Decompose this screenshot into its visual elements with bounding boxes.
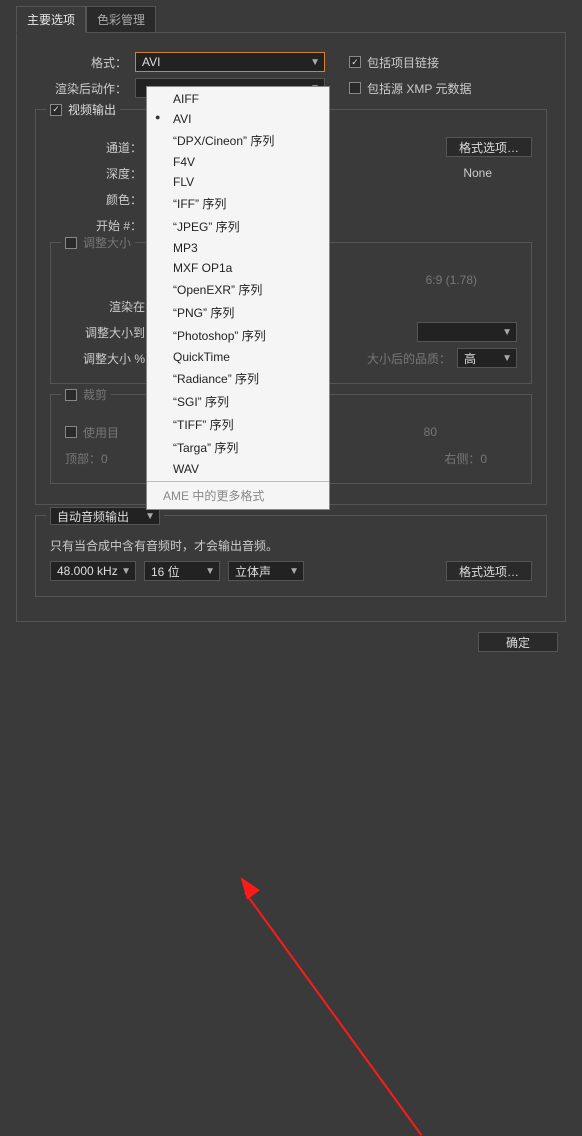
format-option[interactable]: AIFF [147, 89, 329, 109]
codec-none: None [463, 166, 492, 180]
format-option[interactable]: QuickTime [147, 347, 329, 367]
resize-title: 调整大小 [83, 234, 131, 251]
video-output-checkbox[interactable]: ✓ [50, 104, 62, 116]
format-option[interactable]: “SGI” 序列 [147, 390, 329, 413]
audio-channels-value: 立体声 [235, 563, 271, 580]
include-xmp-checkbox[interactable] [349, 82, 361, 94]
channel-label: 通道： [50, 139, 142, 156]
resize-quality-select[interactable]: 高 ▼ [457, 348, 517, 368]
ok-button[interactable]: 确定 [478, 632, 558, 652]
tab-main[interactable]: 主要选项 [16, 6, 86, 33]
crop-checkbox[interactable] [65, 389, 77, 401]
crop-top-label: 顶部：0 [65, 450, 108, 467]
audio-bits-value: 16 位 [151, 563, 180, 580]
use-target-label: 使用目 [83, 424, 119, 441]
format-option[interactable]: MXF OP1a [147, 258, 329, 278]
chevron-down-icon: ▼ [502, 327, 512, 338]
format-option[interactable]: “Targa” 序列 [147, 436, 329, 459]
format-option[interactable]: “DPX/Cineon” 序列 [147, 129, 329, 152]
audio-bits-select[interactable]: 16 位 ▼ [144, 561, 220, 581]
crop-right-label: 右侧：0 [444, 450, 487, 467]
audio-channels-select[interactable]: 立体声 ▼ [228, 561, 304, 581]
audio-rate-value: 48.000 kHz [57, 564, 118, 578]
audio-output-group: 自动音频输出 ▼ 只有当合成中含有音频时，才会输出音频。 48.000 kHz … [35, 515, 547, 597]
aspect-ratio: 6:9 (1.78) [426, 273, 477, 287]
chevron-down-icon: ▼ [502, 353, 512, 364]
include-link-label: 包括项目链接 [367, 54, 439, 71]
format-label: 格式： [35, 54, 127, 71]
depth-label: 深度： [50, 165, 142, 182]
crop-value: 80 [424, 425, 437, 439]
format-option[interactable]: “OpenEXR” 序列 [147, 278, 329, 301]
resize-pct-label: 调整大小 %： [65, 350, 157, 367]
include-link-checkbox[interactable]: ✓ [349, 56, 361, 68]
resize-to-label: 调整大小到： [65, 324, 157, 341]
format-dropdown-footer: AME 中的更多格式 [147, 481, 329, 507]
format-option[interactable]: AVI [147, 109, 329, 129]
include-xmp-label: 包括源 XMP 元数据 [367, 80, 471, 97]
format-option[interactable]: “Photoshop” 序列 [147, 324, 329, 347]
audio-rate-select[interactable]: 48.000 kHz ▼ [50, 561, 136, 581]
use-target-checkbox[interactable] [65, 426, 77, 438]
video-output-title: 视频输出 [68, 101, 116, 118]
resize-to-select[interactable]: ▼ [417, 322, 517, 342]
tab-color[interactable]: 色彩管理 [86, 6, 156, 33]
format-option[interactable]: “PNG” 序列 [147, 301, 329, 324]
chevron-down-icon: ▼ [121, 566, 131, 577]
color-label: 颜色： [50, 191, 142, 208]
audio-desc: 只有当合成中含有音频时，才会输出音频。 [50, 537, 278, 554]
format-option[interactable]: “JPEG” 序列 [147, 215, 329, 238]
format-option[interactable]: F4V [147, 152, 329, 172]
post-render-label: 渲染后动作： [35, 80, 127, 97]
format-option[interactable]: WAV [147, 459, 329, 479]
audio-mode-value: 自动音频输出 [57, 508, 129, 525]
format-dropdown-list: AIFFAVI“DPX/Cineon” 序列F4VFLV“IFF” 序列“JPE… [146, 86, 330, 510]
start-label: 开始 #： [50, 217, 142, 234]
render-at-label: 渲染在： [65, 298, 157, 315]
format-value: AVI [142, 55, 160, 69]
format-option[interactable]: “Radiance” 序列 [147, 367, 329, 390]
format-option[interactable]: “IFF” 序列 [147, 192, 329, 215]
tab-bar: 主要选项 色彩管理 [0, 0, 582, 33]
resize-quality-label: 大小后的品质： [367, 350, 451, 367]
chevron-down-icon: ▼ [310, 57, 320, 68]
format-option[interactable]: MP3 [147, 238, 329, 258]
crop-title: 裁剪 [83, 386, 107, 403]
format-option[interactable]: FLV [147, 172, 329, 192]
format-options-button[interactable]: 格式选项… [446, 137, 532, 157]
resize-quality-value: 高 [464, 350, 476, 367]
format-option[interactable]: “TIFF” 序列 [147, 413, 329, 436]
audio-mode-select[interactable]: 自动音频输出 ▼ [50, 507, 160, 525]
audio-format-options-button[interactable]: 格式选项… [446, 561, 532, 581]
chevron-down-icon: ▼ [145, 511, 155, 522]
chevron-down-icon: ▼ [205, 566, 215, 577]
resize-checkbox[interactable] [65, 237, 77, 249]
format-select[interactable]: AVI ▼ [135, 52, 325, 72]
chevron-down-icon: ▼ [289, 566, 299, 577]
